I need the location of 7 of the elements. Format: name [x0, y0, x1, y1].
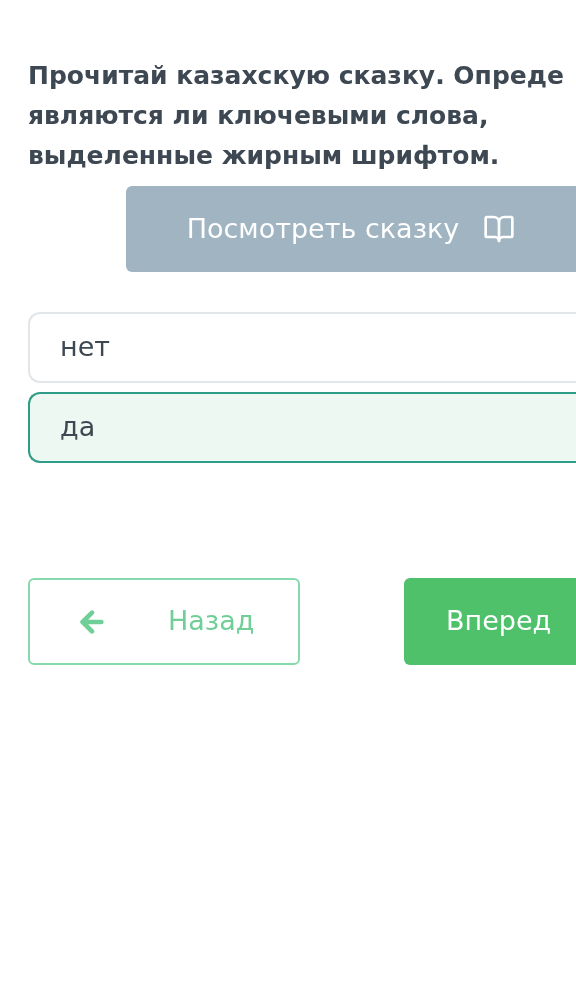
next-button[interactable]: Вперед — [404, 578, 576, 665]
question-text: Прочитай казахскую сказку. Опреде являются ли ключевыми слова, выделенные жирным шрифтом. — [28, 60, 565, 172]
book-icon — [483, 213, 516, 245]
view-story-button[interactable]: Посмотреть сказку — [126, 186, 576, 272]
answer-option[interactable]: нет — [28, 312, 576, 383]
back-button[interactable]: Назад — [28, 578, 300, 665]
answer-option[interactable]: да — [28, 392, 576, 463]
